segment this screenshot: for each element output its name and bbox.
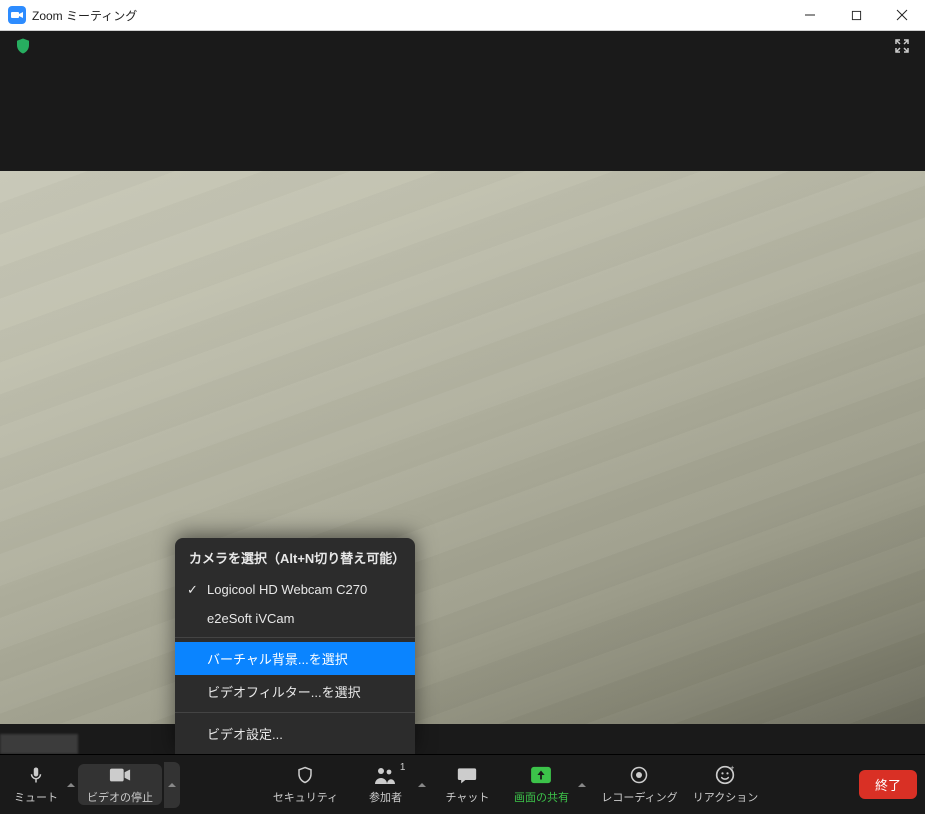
camera-option-1-label: Logicool HD Webcam C270 bbox=[207, 582, 367, 597]
camera-feed bbox=[0, 171, 925, 724]
microphone-icon bbox=[27, 764, 45, 786]
chat-icon bbox=[457, 764, 477, 786]
participants-count: 1 bbox=[400, 762, 406, 773]
mute-button[interactable]: ミュート bbox=[8, 764, 64, 805]
virtual-background-label: バーチャル背景...を選択 bbox=[207, 652, 348, 667]
share-caret[interactable] bbox=[577, 780, 587, 790]
virtual-background-option[interactable]: バーチャル背景...を選択 bbox=[175, 642, 415, 675]
video-filter-label: ビデオフィルター...を選択 bbox=[207, 685, 361, 700]
svg-text:+: + bbox=[730, 765, 735, 772]
participant-name-badge bbox=[0, 734, 78, 754]
camera-icon bbox=[109, 764, 131, 786]
maximize-button[interactable] bbox=[833, 0, 879, 30]
window-controls bbox=[787, 0, 925, 30]
video-settings-option[interactable]: ビデオ設定... bbox=[175, 717, 415, 750]
video-options-menu: カメラを選択（Alt+N切り替え可能） ✓ Logicool HD Webcam… bbox=[175, 538, 415, 754]
participants-label: 参加者 bbox=[369, 789, 402, 805]
participants-button[interactable]: 1 参加者 bbox=[355, 764, 415, 805]
popup-header: カメラを選択（Alt+N切り替え可能） bbox=[175, 538, 415, 575]
mute-label: ミュート bbox=[14, 789, 58, 805]
participants-icon: 1 bbox=[373, 764, 397, 786]
camera-option-2[interactable]: e2eSoft iVCam bbox=[175, 604, 415, 633]
share-screen-icon bbox=[530, 764, 552, 786]
share-screen-label: 画面の共有 bbox=[514, 789, 569, 805]
record-label: レコーディング bbox=[601, 789, 677, 805]
camera-option-1[interactable]: ✓ Logicool HD Webcam C270 bbox=[175, 575, 415, 604]
security-shield-icon bbox=[296, 764, 314, 786]
security-button[interactable]: セキュリティ bbox=[269, 764, 341, 805]
reactions-label: リアクション bbox=[693, 789, 758, 805]
fullscreen-button[interactable] bbox=[893, 37, 911, 55]
share-screen-button[interactable]: 画面の共有 bbox=[507, 764, 575, 805]
reactions-button[interactable]: + リアクション bbox=[691, 764, 759, 805]
record-icon bbox=[630, 764, 648, 786]
video-area bbox=[0, 61, 925, 754]
encryption-shield-icon[interactable] bbox=[14, 37, 32, 55]
zoom-app-icon bbox=[8, 6, 26, 24]
stop-video-label: ビデオの停止 bbox=[87, 789, 153, 805]
camera-option-2-label: e2eSoft iVCam bbox=[207, 611, 294, 626]
close-button[interactable] bbox=[879, 0, 925, 30]
security-label: セキュリティ bbox=[273, 789, 338, 805]
end-meeting-label: 終了 bbox=[875, 778, 901, 793]
video-caret[interactable] bbox=[164, 762, 180, 808]
meeting-toolbar: ミュート ビデオの停止 bbox=[0, 754, 925, 814]
video-filter-option[interactable]: ビデオフィルター...を選択 bbox=[175, 675, 415, 708]
minimize-button[interactable] bbox=[787, 0, 833, 30]
stop-video-button[interactable]: ビデオの停止 bbox=[78, 764, 162, 805]
record-button[interactable]: レコーディング bbox=[601, 764, 677, 805]
window-titlebar: Zoom ミーティング bbox=[0, 0, 925, 31]
window-title: Zoom ミーティング bbox=[32, 7, 137, 24]
participants-caret[interactable] bbox=[417, 780, 427, 790]
check-icon: ✓ bbox=[187, 582, 198, 598]
video-settings-label: ビデオ設定... bbox=[207, 727, 283, 742]
chat-button[interactable]: チャット bbox=[441, 764, 493, 805]
chat-label: チャット bbox=[446, 789, 490, 805]
reactions-icon: + bbox=[715, 764, 735, 786]
end-meeting-button[interactable]: 終了 bbox=[859, 770, 917, 799]
mute-caret[interactable] bbox=[66, 780, 76, 790]
